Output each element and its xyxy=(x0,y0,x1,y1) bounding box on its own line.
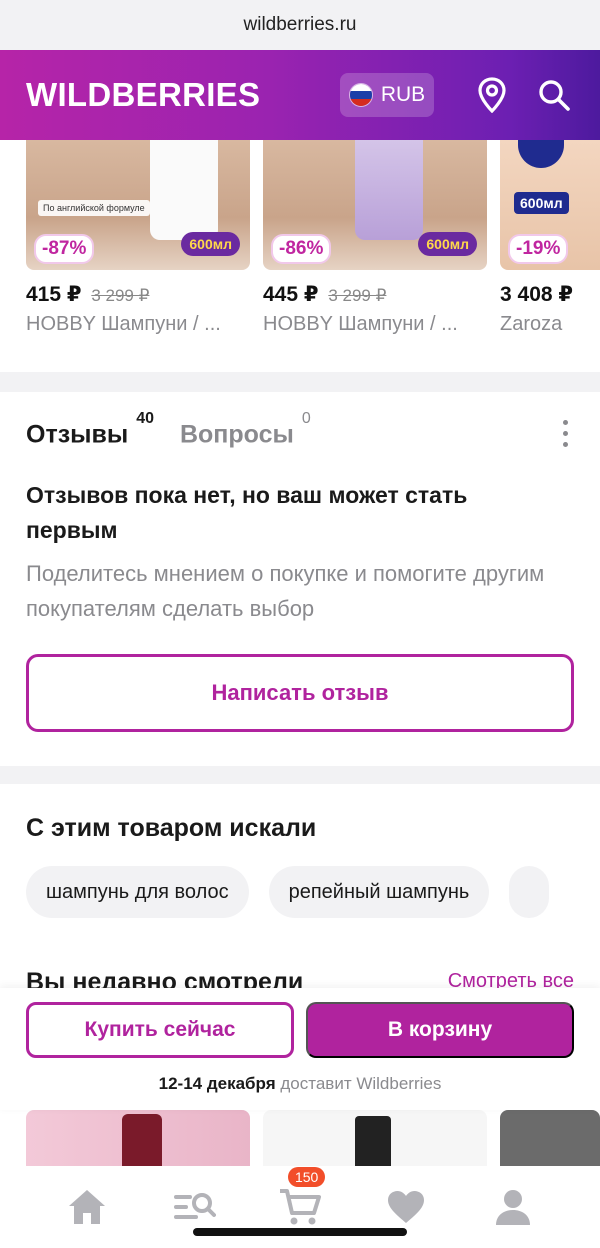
old-price: 3 299 ₽ xyxy=(91,286,150,305)
product-price: 415 ₽ 3 299 ₽ xyxy=(26,282,250,307)
product-card[interactable]: -86% 600мл 445 ₽ 3 299 ₽ HOBBY Шампуни /… xyxy=(263,140,487,336)
home-indicator xyxy=(193,1228,407,1236)
similar-products-strip[interactable]: По английской формуле -87% 600мл 415 ₽ 3… xyxy=(0,140,600,372)
product-price: 445 ₽ 3 299 ₽ xyxy=(263,282,487,307)
search-icon[interactable] xyxy=(534,75,574,115)
product-thumbnail[interactable] xyxy=(500,1110,600,1166)
product-thumbnail[interactable] xyxy=(26,1110,250,1166)
related-searches-section: С этим товаром искали шампунь для волос … xyxy=(0,784,600,996)
current-price: 445 ₽ xyxy=(263,283,319,306)
delivery-info: 12-14 декабря доставит Wildberries xyxy=(0,1074,600,1094)
volume-badge: 600мл xyxy=(514,192,569,214)
add-to-cart-button[interactable]: В корзину xyxy=(306,1002,574,1058)
buy-now-button[interactable]: Купить сейчас xyxy=(26,1002,294,1058)
reviews-section: Отзывы 40 Вопросы 0 Отзывов пока нет, но в… xyxy=(0,392,600,766)
site-logo[interactable]: WILDBERRIES xyxy=(26,76,340,114)
favorites-icon[interactable] xyxy=(380,1181,432,1233)
product-name[interactable]: Zaroza xyxy=(500,313,600,336)
questions-count: 0 xyxy=(301,410,311,427)
product-image[interactable]: -86% 600мл xyxy=(263,140,487,270)
recently-viewed-strip[interactable] xyxy=(0,1110,600,1166)
shampoo-bottle-image xyxy=(355,140,423,240)
product-card[interactable]: По английской формуле -87% 600мл 415 ₽ 3… xyxy=(26,140,250,336)
russia-flag-icon xyxy=(348,83,373,107)
current-price: 3 408 ₽ xyxy=(500,283,573,306)
delivery-date: 12-14 декабря xyxy=(158,1074,276,1093)
more-options-icon[interactable] xyxy=(560,420,570,447)
section-divider xyxy=(0,766,600,784)
discount-badge: -19% xyxy=(508,234,569,264)
location-pin-icon[interactable] xyxy=(472,75,512,115)
search-chip[interactable]: шампунь для волос xyxy=(26,866,249,918)
product-name[interactable]: HOBBY Шампуни / ... xyxy=(263,313,487,336)
discount-badge: -86% xyxy=(271,234,332,264)
url-text: wildberries.ru xyxy=(243,14,357,35)
volume-badge: 600мл xyxy=(181,232,240,256)
product-name[interactable]: HOBBY Шампуни / ... xyxy=(26,313,250,336)
cart-count-badge: 150 xyxy=(287,1167,326,1187)
search-chip-partial[interactable] xyxy=(509,866,550,918)
current-price: 415 ₽ xyxy=(26,283,82,306)
write-review-button[interactable]: Написать отзыв xyxy=(26,654,574,732)
tab-reviews[interactable]: Отзывы 40 xyxy=(26,410,154,449)
cart-icon[interactable]: 150 xyxy=(274,1167,326,1233)
product-price: 3 408 ₽ xyxy=(500,282,600,307)
catalog-icon[interactable] xyxy=(168,1181,220,1233)
profile-icon[interactable] xyxy=(487,1181,539,1233)
tab-questions-label: Вопросы xyxy=(179,420,294,449)
reviews-tabs: Отзывы 40 Вопросы 0 xyxy=(26,410,311,449)
related-searches-title: С этим товаром искали xyxy=(26,814,317,842)
browser-url-bar[interactable]: wildberries.ru xyxy=(0,0,600,50)
shampoo-bottle-image xyxy=(150,140,218,240)
reviews-empty-text: Поделитесь мнением о покупке и помогите … xyxy=(26,561,545,621)
product-image[interactable]: По английской формуле -87% 600мл xyxy=(26,140,250,270)
currency-label: RUB xyxy=(380,83,426,106)
tab-reviews-label: Отзывы xyxy=(26,420,129,449)
formula-badge: По английской формуле xyxy=(38,200,150,216)
delivery-text: доставит Wildberries xyxy=(275,1074,442,1093)
currency-selector[interactable]: RUB xyxy=(340,73,434,117)
site-header: WILDBERRIES RUB xyxy=(0,50,600,140)
product-thumbnail[interactable] xyxy=(263,1110,487,1166)
volume-badge: 600мл xyxy=(418,232,477,256)
product-card[interactable]: 600мл -19% 3 408 ₽ Zaroza xyxy=(500,140,600,336)
home-icon[interactable] xyxy=(61,1181,113,1233)
play-video-icon[interactable] xyxy=(518,140,564,168)
old-price: 3 299 ₽ xyxy=(328,286,387,305)
discount-badge: -87% xyxy=(34,234,95,264)
reviews-count: 40 xyxy=(136,410,154,427)
search-chip[interactable]: репейный шампунь xyxy=(268,866,490,918)
buy-bar: Купить сейчас В корзину 12-14 декабря до… xyxy=(0,988,600,1110)
search-chips: шампунь для волос репейный шампунь xyxy=(26,866,550,918)
product-image[interactable]: 600мл -19% xyxy=(500,140,600,270)
section-divider xyxy=(0,372,600,392)
tab-questions[interactable]: Вопросы 0 xyxy=(179,410,311,449)
reviews-empty-title: Отзывов пока нет, но ваш может стать пер… xyxy=(26,482,468,543)
